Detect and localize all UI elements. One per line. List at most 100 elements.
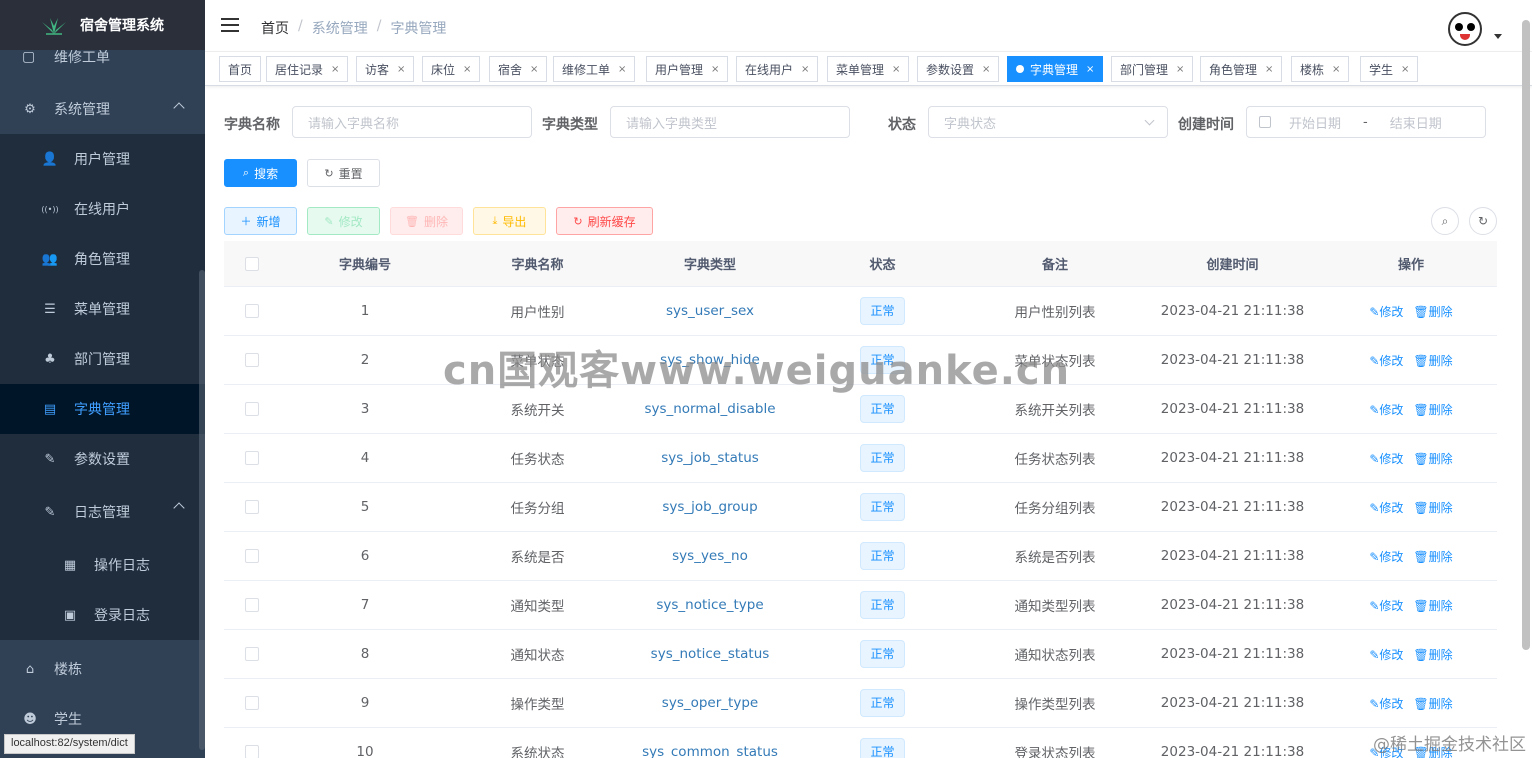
caret-down-icon[interactable]: [1494, 34, 1502, 39]
row-edit-button[interactable]: ✎修改: [1369, 403, 1403, 417]
refresh-cache-button[interactable]: ↻ 刷新缓存: [556, 207, 653, 235]
row-checkbox[interactable]: [245, 500, 259, 514]
row-edit-button[interactable]: ✎修改: [1369, 697, 1403, 711]
reset-button[interactable]: ↻ 重置: [307, 159, 380, 187]
row-edit-button[interactable]: ✎修改: [1369, 452, 1403, 466]
tab-9[interactable]: 参数设置 ×: [917, 56, 1000, 82]
sidebar-item[interactable]: ✎ 参数设置: [0, 434, 205, 484]
sidebar-item[interactable]: 👤 用户管理: [0, 134, 205, 184]
select-all-checkbox[interactable]: [245, 256, 259, 271]
row-edit-button[interactable]: ✎修改: [1369, 550, 1403, 564]
sidebar-item[interactable]: ⌂ 楼栋: [0, 644, 205, 694]
close-icon[interactable]: ×: [1401, 64, 1409, 75]
sidebar-item[interactable]: 👥 角色管理: [0, 234, 205, 284]
row-delete-button[interactable]: 🗑删除: [1413, 648, 1452, 662]
end-date-input[interactable]: 结束日期: [1390, 113, 1442, 132]
row-edit-button[interactable]: ✎修改: [1369, 305, 1403, 319]
row-edit-button[interactable]: ✎修改: [1369, 501, 1403, 515]
page-scrollbar[interactable]: [1522, 20, 1530, 650]
close-icon[interactable]: ×: [397, 64, 405, 75]
tab-3[interactable]: 床位 ×: [422, 56, 481, 82]
close-icon[interactable]: ×: [892, 64, 900, 75]
row-checkbox[interactable]: [245, 549, 259, 563]
dict-type-link[interactable]: sys_oper_type: [662, 695, 758, 711]
close-icon[interactable]: ×: [711, 64, 719, 75]
tab-1[interactable]: 居住记录 ×: [266, 56, 349, 82]
row-delete-button[interactable]: 🗑删除: [1413, 403, 1452, 417]
row-checkbox[interactable]: [245, 598, 259, 612]
status-select[interactable]: 字典状态: [928, 106, 1168, 138]
sidebar-item[interactable]: ▤ 字典管理: [0, 384, 205, 434]
edit-button[interactable]: ✎ 修改: [307, 207, 380, 235]
close-icon[interactable]: ×: [530, 64, 538, 75]
row-edit-button[interactable]: ✎修改: [1369, 648, 1403, 662]
sidebar-scrollbar[interactable]: [199, 270, 205, 750]
close-icon[interactable]: ×: [1086, 64, 1094, 75]
row-checkbox[interactable]: [245, 353, 259, 367]
delete-button[interactable]: 🗑 删除: [390, 207, 463, 235]
row-delete-button[interactable]: 🗑删除: [1413, 550, 1452, 564]
tab-10[interactable]: 字典管理 ×: [1007, 56, 1104, 82]
tab-11[interactable]: 部门管理 ×: [1111, 56, 1194, 82]
close-icon[interactable]: ×: [618, 64, 626, 75]
row-delete-button[interactable]: 🗑删除: [1413, 452, 1452, 466]
logo[interactable]: 宿舍管理系统: [0, 0, 205, 50]
sidebar-item[interactable]: ☰ 菜单管理: [0, 284, 205, 334]
sidebar-item[interactable]: ▦ 操作日志: [0, 540, 205, 590]
breadcrumb-home[interactable]: 首页: [261, 18, 289, 38]
sidebar-item[interactable]: ♣ 部门管理: [0, 334, 205, 384]
row-delete-button[interactable]: 🗑删除: [1413, 599, 1452, 613]
row-delete-button[interactable]: 🗑删除: [1413, 697, 1452, 711]
tab-2[interactable]: 访客 ×: [356, 56, 415, 82]
dict-type-input[interactable]: 请输入字典类型: [610, 106, 850, 138]
dict-type-link[interactable]: sys_notice_type: [656, 597, 763, 613]
row-checkbox[interactable]: [245, 304, 259, 318]
toggle-search-button[interactable]: ⌕: [1431, 207, 1459, 235]
tab-7[interactable]: 在线用户 ×: [736, 56, 819, 82]
date-range-picker[interactable]: 开始日期 - 结束日期: [1246, 106, 1486, 138]
row-delete-button[interactable]: 🗑删除: [1413, 354, 1452, 368]
row-edit-button[interactable]: ✎修改: [1369, 354, 1403, 368]
dict-type-link[interactable]: sys_user_sex: [666, 303, 754, 319]
sidebar-item[interactable]: ▣ 登录日志: [0, 590, 205, 640]
close-icon[interactable]: ×: [1332, 64, 1340, 75]
dict-name-input[interactable]: 请输入字典名称: [292, 106, 532, 138]
close-icon[interactable]: ×: [463, 64, 471, 75]
tab-4[interactable]: 宿舍 ×: [489, 56, 548, 82]
close-icon[interactable]: ×: [331, 64, 339, 75]
dict-type-link[interactable]: sys_yes_no: [672, 548, 748, 564]
row-checkbox[interactable]: [245, 696, 259, 710]
export-button[interactable]: ⤓ 导出: [473, 207, 546, 235]
dict-type-link[interactable]: sys_job_status: [661, 450, 759, 466]
sidebar-item[interactable]: ⚙ 系统管理: [0, 84, 205, 134]
dict-type-link[interactable]: sys_normal_disable: [644, 401, 775, 417]
row-checkbox[interactable]: [245, 402, 259, 416]
row-edit-button[interactable]: ✎修改: [1369, 599, 1403, 613]
row-checkbox[interactable]: [245, 451, 259, 465]
row-checkbox[interactable]: [245, 647, 259, 661]
tab-0[interactable]: 首页: [219, 56, 262, 82]
tab-6[interactable]: 用户管理 ×: [646, 56, 729, 82]
tab-13[interactable]: 楼栋 ×: [1291, 56, 1350, 82]
close-icon[interactable]: ×: [1265, 64, 1273, 75]
tab-8[interactable]: 菜单管理 ×: [827, 56, 910, 82]
dict-type-link[interactable]: sys_notice_status: [651, 646, 770, 662]
row-delete-button[interactable]: 🗑删除: [1413, 501, 1452, 515]
tab-12[interactable]: 角色管理 ×: [1200, 56, 1283, 82]
close-icon[interactable]: ×: [801, 64, 809, 75]
start-date-input[interactable]: 开始日期: [1289, 113, 1341, 132]
avatar[interactable]: [1448, 12, 1482, 46]
row-delete-button[interactable]: 🗑删除: [1413, 305, 1452, 319]
tab-5[interactable]: 维修工单 ×: [553, 56, 636, 82]
search-button[interactable]: ⌕ 搜索: [224, 159, 297, 187]
sidebar-item[interactable]: ✎ 日志管理: [0, 484, 205, 540]
add-button[interactable]: ＋新增: [224, 207, 297, 235]
refresh-table-button[interactable]: ↻: [1469, 207, 1497, 235]
hamburger-icon[interactable]: [221, 18, 239, 32]
row-checkbox[interactable]: [245, 745, 259, 758]
sidebar-item[interactable]: ((•)) 在线用户: [0, 184, 205, 234]
close-icon[interactable]: ×: [982, 64, 990, 75]
dict-type-link[interactable]: sys_job_group: [662, 499, 757, 515]
dict-type-link[interactable]: sys_common_status: [642, 744, 778, 758]
tab-14[interactable]: 学生 ×: [1360, 56, 1419, 82]
